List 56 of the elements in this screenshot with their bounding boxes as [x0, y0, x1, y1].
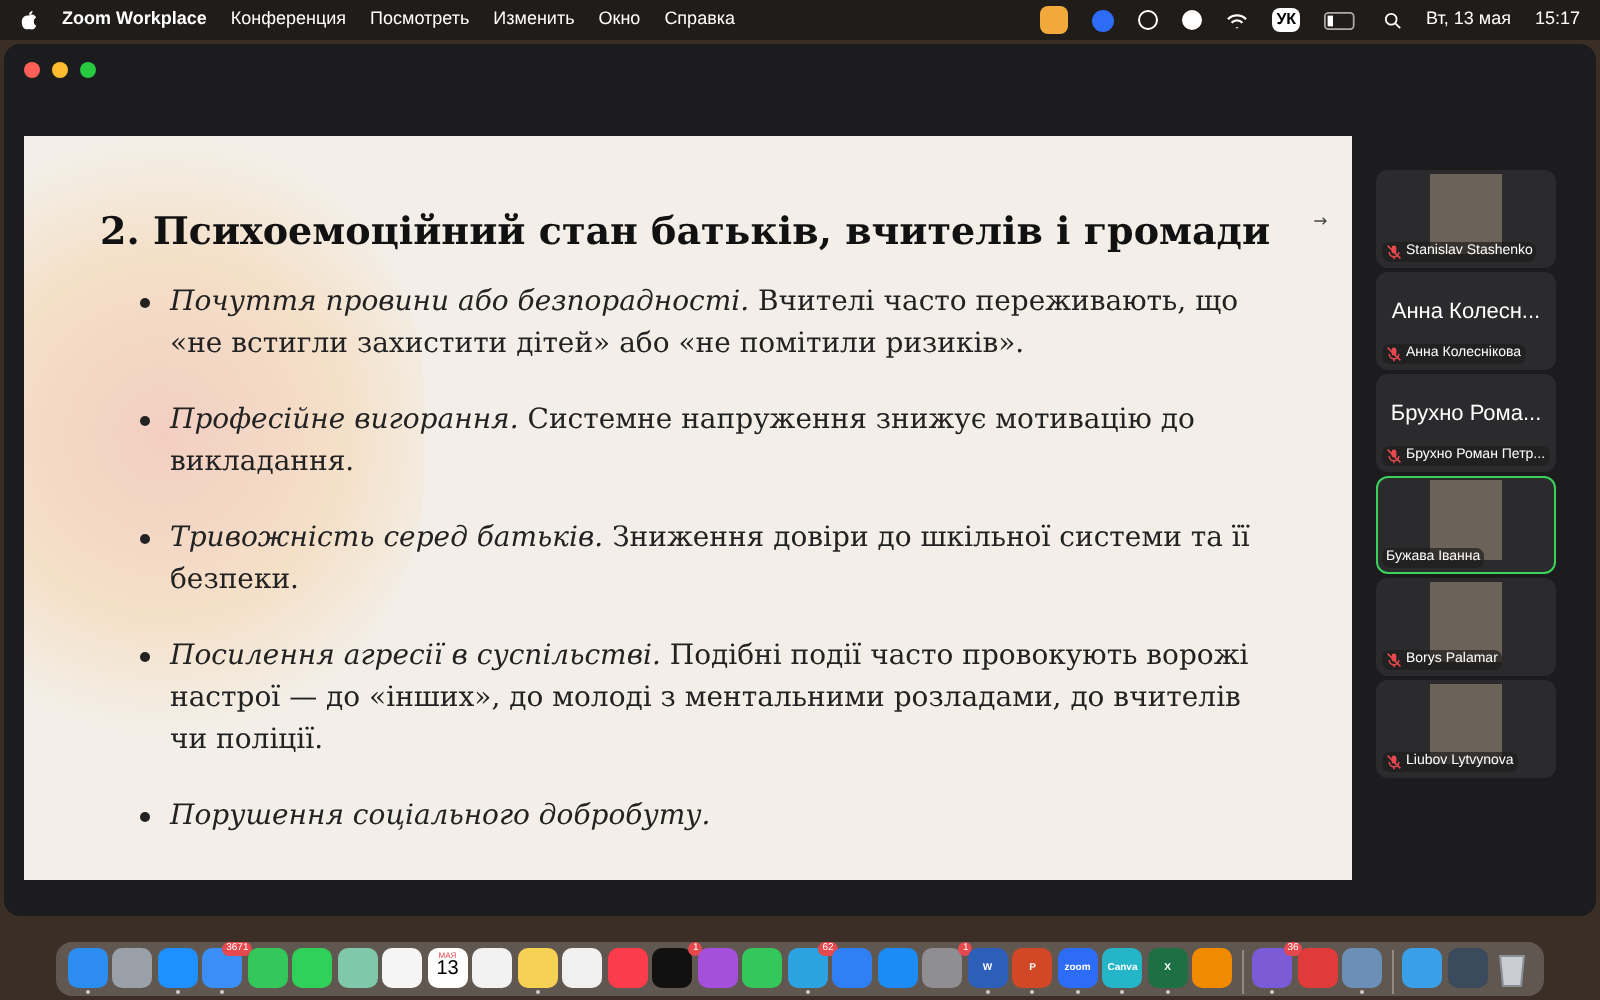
- muted-mic-icon: [1386, 345, 1402, 362]
- running-indicator: [1030, 990, 1035, 994]
- app-icon[interactable]: [337, 948, 378, 988]
- keyboard-layout[interactable]: УК: [1272, 8, 1301, 32]
- app-icon[interactable]: [472, 948, 513, 988]
- app-icon[interactable]: [517, 948, 558, 988]
- running-indicator: [805, 990, 810, 994]
- app-status-icon[interactable]: [1092, 9, 1115, 31]
- wifi-icon[interactable]: [1226, 11, 1249, 29]
- running-indicator: [535, 990, 540, 994]
- participant-display-name: Брухно Рома...: [1390, 400, 1542, 431]
- app-icon[interactable]: [742, 948, 783, 988]
- bullet-text: Тривожність серед батьків. Зниження довіри до шкільної системи та її безпеки.: [170, 519, 1252, 599]
- time[interactable]: 15:17: [1534, 6, 1580, 34]
- close-window-button[interactable]: [24, 62, 40, 78]
- app-icon[interactable]: [1192, 948, 1233, 988]
- muted-mic-icon: [1386, 753, 1402, 770]
- app-icon[interactable]: [112, 948, 153, 988]
- apple-logo-icon[interactable]: [20, 9, 38, 31]
- running-indicator: [985, 990, 990, 994]
- running-indicator: [1075, 990, 1080, 994]
- bullet-text: Професійне вигорання. Системне напруження знижує мотивацію до викладання.: [170, 401, 1197, 481]
- calendar-day: 13: [436, 960, 459, 980]
- running-indicator: [1270, 990, 1275, 994]
- bullet-text: Порушення соціального добробуту.: [170, 797, 713, 835]
- app-icon[interactable]: [382, 948, 423, 988]
- bullet-text: Почуття провини або безпорадності. Вчителі часто переживають, що «не встигли захистити дітей» або «не помітили ризиків».: [170, 283, 1241, 363]
- muted-mic-icon: [1386, 243, 1402, 260]
- app-icon[interactable]: [562, 948, 603, 988]
- app-name[interactable]: Zoom Workplace: [62, 6, 207, 34]
- running-indicator: [1360, 990, 1365, 994]
- running-indicator: [220, 990, 225, 994]
- battery-icon[interactable]: [1324, 11, 1361, 29]
- app-icon[interactable]: [292, 948, 333, 988]
- muted-mic-icon: [1386, 651, 1402, 668]
- running-indicator: [1120, 990, 1125, 994]
- menu-item[interactable]: Конференция: [230, 6, 347, 34]
- slide-title: 2. Психоемоційний стан батьків, вчителів і громади: [100, 208, 1271, 258]
- search-icon[interactable]: [1384, 11, 1403, 29]
- date[interactable]: Вт, 13 мая: [1426, 6, 1511, 34]
- menu-item[interactable]: Справка: [664, 6, 735, 34]
- menu-item[interactable]: Окно: [598, 6, 641, 34]
- bullet-text: Посилення агресії в суспільстві. Подібні події часто провокують ворожі настрої — до «інших», до молоді з ментальними розладами, до вчителів чи поліції.: [170, 637, 1251, 759]
- menu-item[interactable]: Посмотреть: [370, 6, 470, 34]
- running-indicator: [175, 990, 180, 994]
- maximize-window-button[interactable]: [80, 62, 96, 78]
- menu-item[interactable]: Изменить: [493, 6, 575, 34]
- chat-status-icon[interactable]: [1138, 10, 1159, 30]
- app-icon[interactable]: [652, 948, 693, 988]
- right-arrow-icon[interactable]: [1314, 216, 1328, 226]
- participant-display-name: Анна Колесн...: [1391, 298, 1541, 329]
- muted-mic-icon: [1386, 447, 1402, 464]
- running-indicator: [85, 990, 90, 994]
- running-indicator: [1165, 990, 1170, 994]
- minimize-window-button[interactable]: [52, 62, 68, 78]
- app-icon[interactable]: [247, 948, 288, 988]
